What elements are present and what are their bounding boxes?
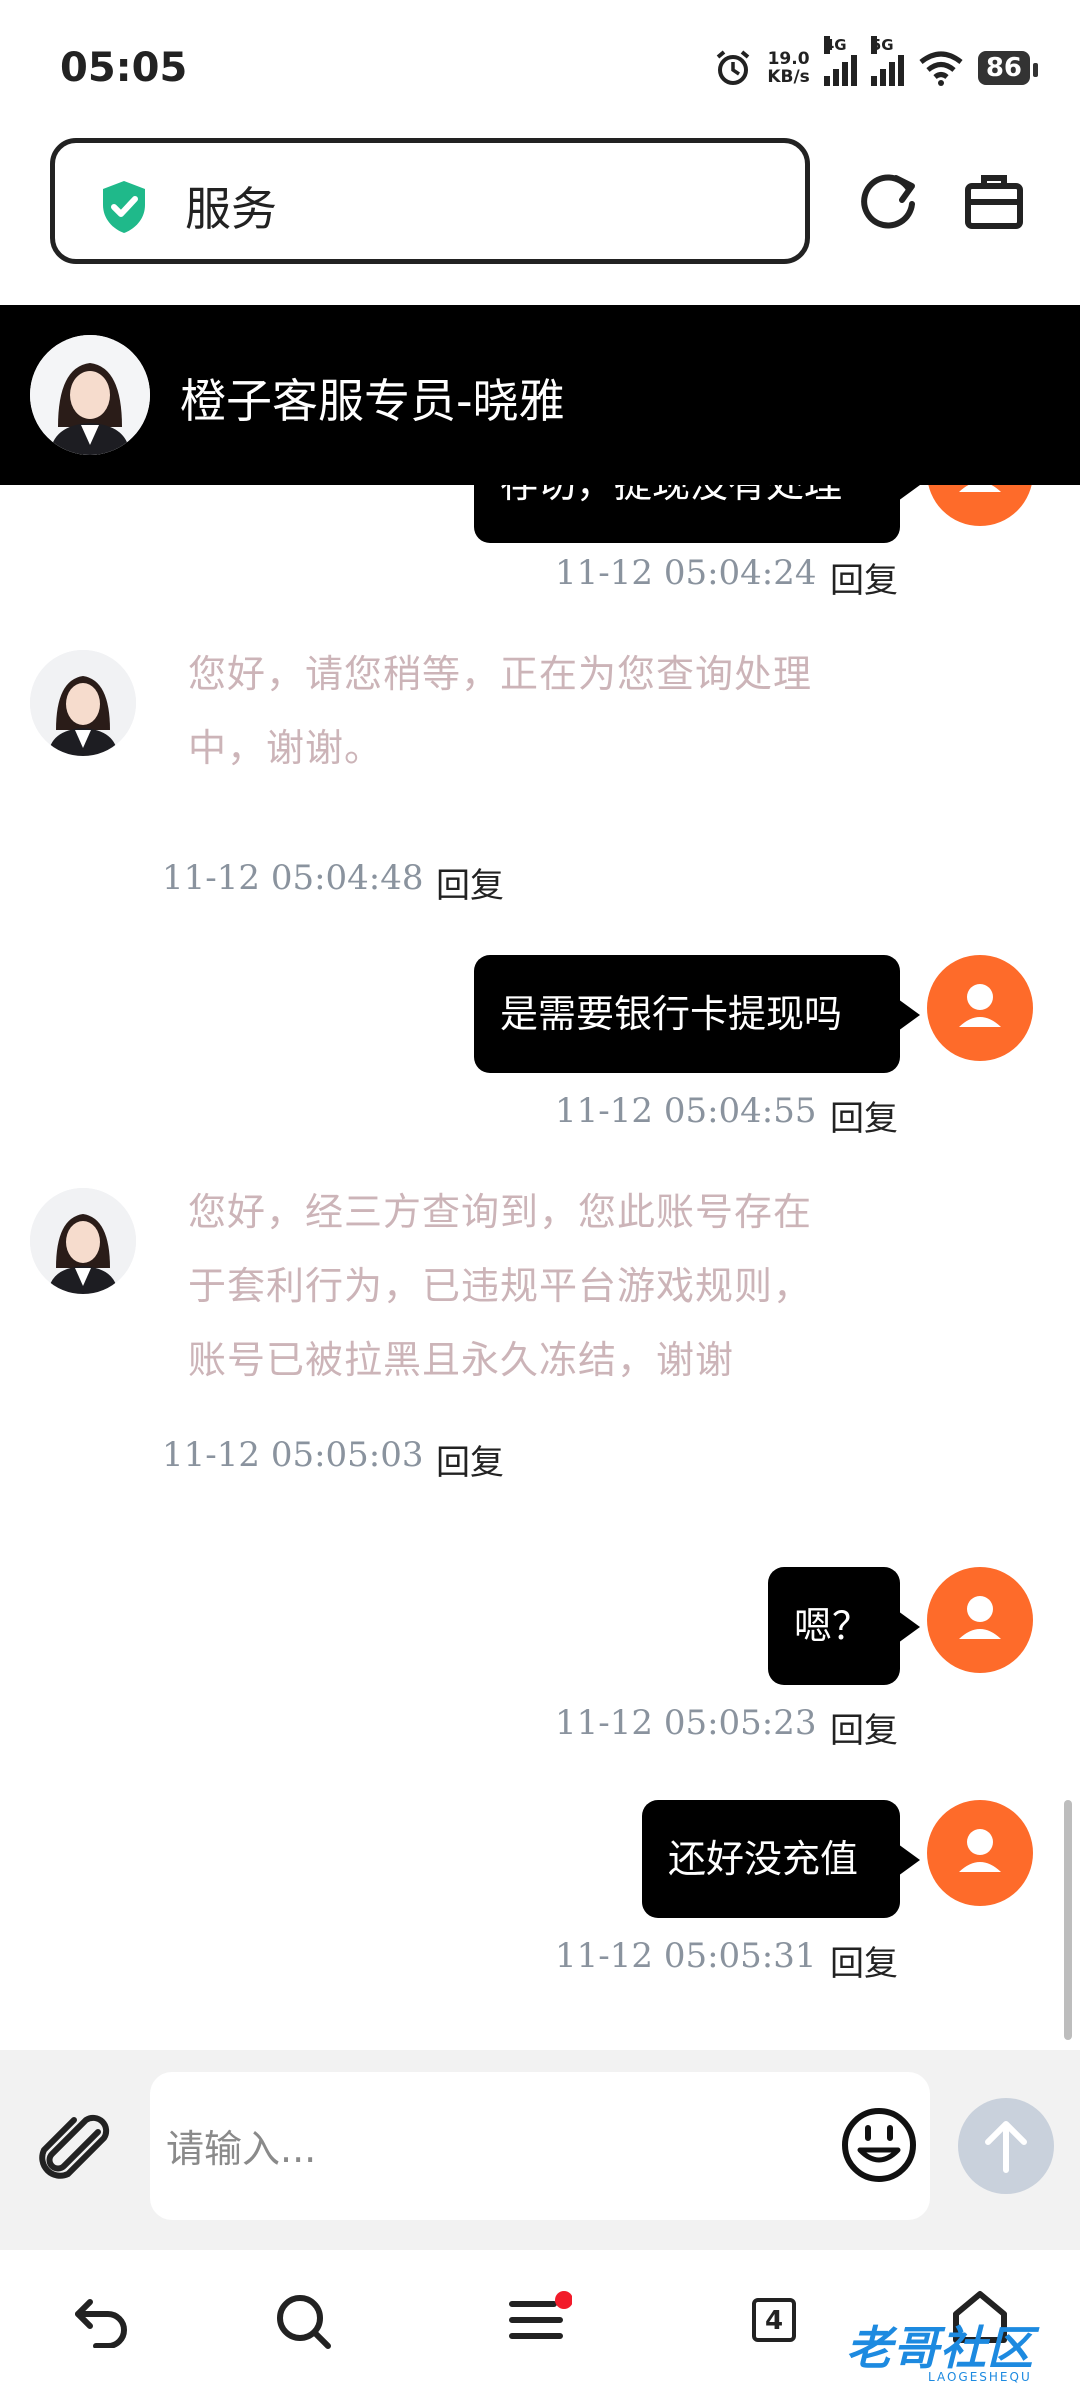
reply-button[interactable]: 回复 <box>830 553 898 602</box>
tabs-button[interactable]: 4 <box>752 2298 796 2342</box>
battery-indicator: 86 <box>977 51 1039 85</box>
status-bar: 05:05 19.0 KB/s 4G 5G 86 <box>0 0 1080 130</box>
search-icon[interactable] <box>274 2292 334 2350</box>
toolbox-icon[interactable] <box>964 172 1024 230</box>
reply-button[interactable]: 回复 <box>830 1091 898 1140</box>
user-message-bubble: 嗯？ <box>768 1567 920 1685</box>
reply-button[interactable]: 回复 <box>436 1435 504 1484</box>
chat-title: 橙子客服专员-晓雅 <box>180 374 565 428</box>
tab-count: 4 <box>752 2298 796 2342</box>
message-list[interactable]: 存切，提现没有处理 11-12 05:04:24 回复 您好，请您稍等，正在为您… <box>0 485 1080 2050</box>
message-timestamp: 11-12 05:04:48 <box>162 858 424 898</box>
message-input[interactable]: 请输入... <box>150 2072 930 2220</box>
message-timestamp: 11-12 05:04:24 <box>555 553 817 593</box>
watermark-subtext: LAOGESHEQU <box>928 2370 1032 2384</box>
url-bar[interactable]: 服务 <box>50 138 810 264</box>
wifi-icon <box>919 51 963 86</box>
menu-icon[interactable] <box>508 2290 572 2348</box>
agent-message-text: 您好，请您稍等，正在为您查询处理 中，谢谢。 <box>188 652 813 770</box>
user-avatar <box>927 1567 1033 1673</box>
agent-message-text: 您好，经三方查询到，您此账号存在 于套利行为，已违规平台游戏规则， 账号已被拉黑… <box>188 1190 813 1382</box>
user-avatar <box>927 1800 1033 1906</box>
url-text: 服务 <box>185 182 277 236</box>
partial-message-text: 存切，提现没有处理 <box>500 485 842 506</box>
message-timestamp: 11-12 05:05:31 <box>555 1936 817 1976</box>
user-message-bubble: 还好没充值 <box>642 1800 920 1918</box>
reply-button[interactable]: 回复 <box>436 858 504 907</box>
alarm-icon <box>717 50 750 85</box>
input-bar: 请输入... <box>0 2050 1080 2250</box>
message-bubble-partial: 存切，提现没有处理 <box>474 485 920 543</box>
chat-header: 橙子客服专员-晓雅 <box>0 305 1080 485</box>
input-placeholder: 请输入... <box>166 2127 317 2171</box>
user-avatar <box>927 955 1033 1061</box>
send-button[interactable] <box>958 2098 1054 2194</box>
back-icon[interactable] <box>72 2292 132 2348</box>
reply-button[interactable]: 回复 <box>830 1936 898 1985</box>
emoji-icon[interactable] <box>840 2106 918 2184</box>
message-timestamp: 11-12 05:05:23 <box>555 1703 817 1743</box>
watermark-logo: 老哥社区 <box>846 2321 1034 2375</box>
arrow-up-icon <box>985 2121 1027 2173</box>
message-timestamp: 11-12 05:04:55 <box>555 1091 817 1131</box>
user-avatar <box>927 485 1033 526</box>
message-timestamp: 11-12 05:05:03 <box>162 1435 424 1475</box>
signal-4g-icon: 4G <box>823 36 857 86</box>
user-message-bubble: 是需要银行卡提现吗 <box>474 955 920 1073</box>
reload-icon[interactable] <box>860 172 920 234</box>
status-time: 05:05 <box>60 45 188 91</box>
paperclip-icon[interactable] <box>36 2110 116 2190</box>
reply-button[interactable]: 回复 <box>830 1703 898 1752</box>
scrollbar[interactable] <box>1064 1800 1072 2040</box>
net-speed: 19.0 KB/s <box>767 49 810 87</box>
agent-avatar <box>30 650 136 756</box>
agent-avatar <box>30 335 150 455</box>
status-indicators: 19.0 KB/s 4G 5G 86 <box>713 36 1039 88</box>
shield-check-icon <box>103 181 145 233</box>
agent-avatar <box>30 1188 136 1294</box>
signal-5g-icon: 5G <box>870 36 904 86</box>
